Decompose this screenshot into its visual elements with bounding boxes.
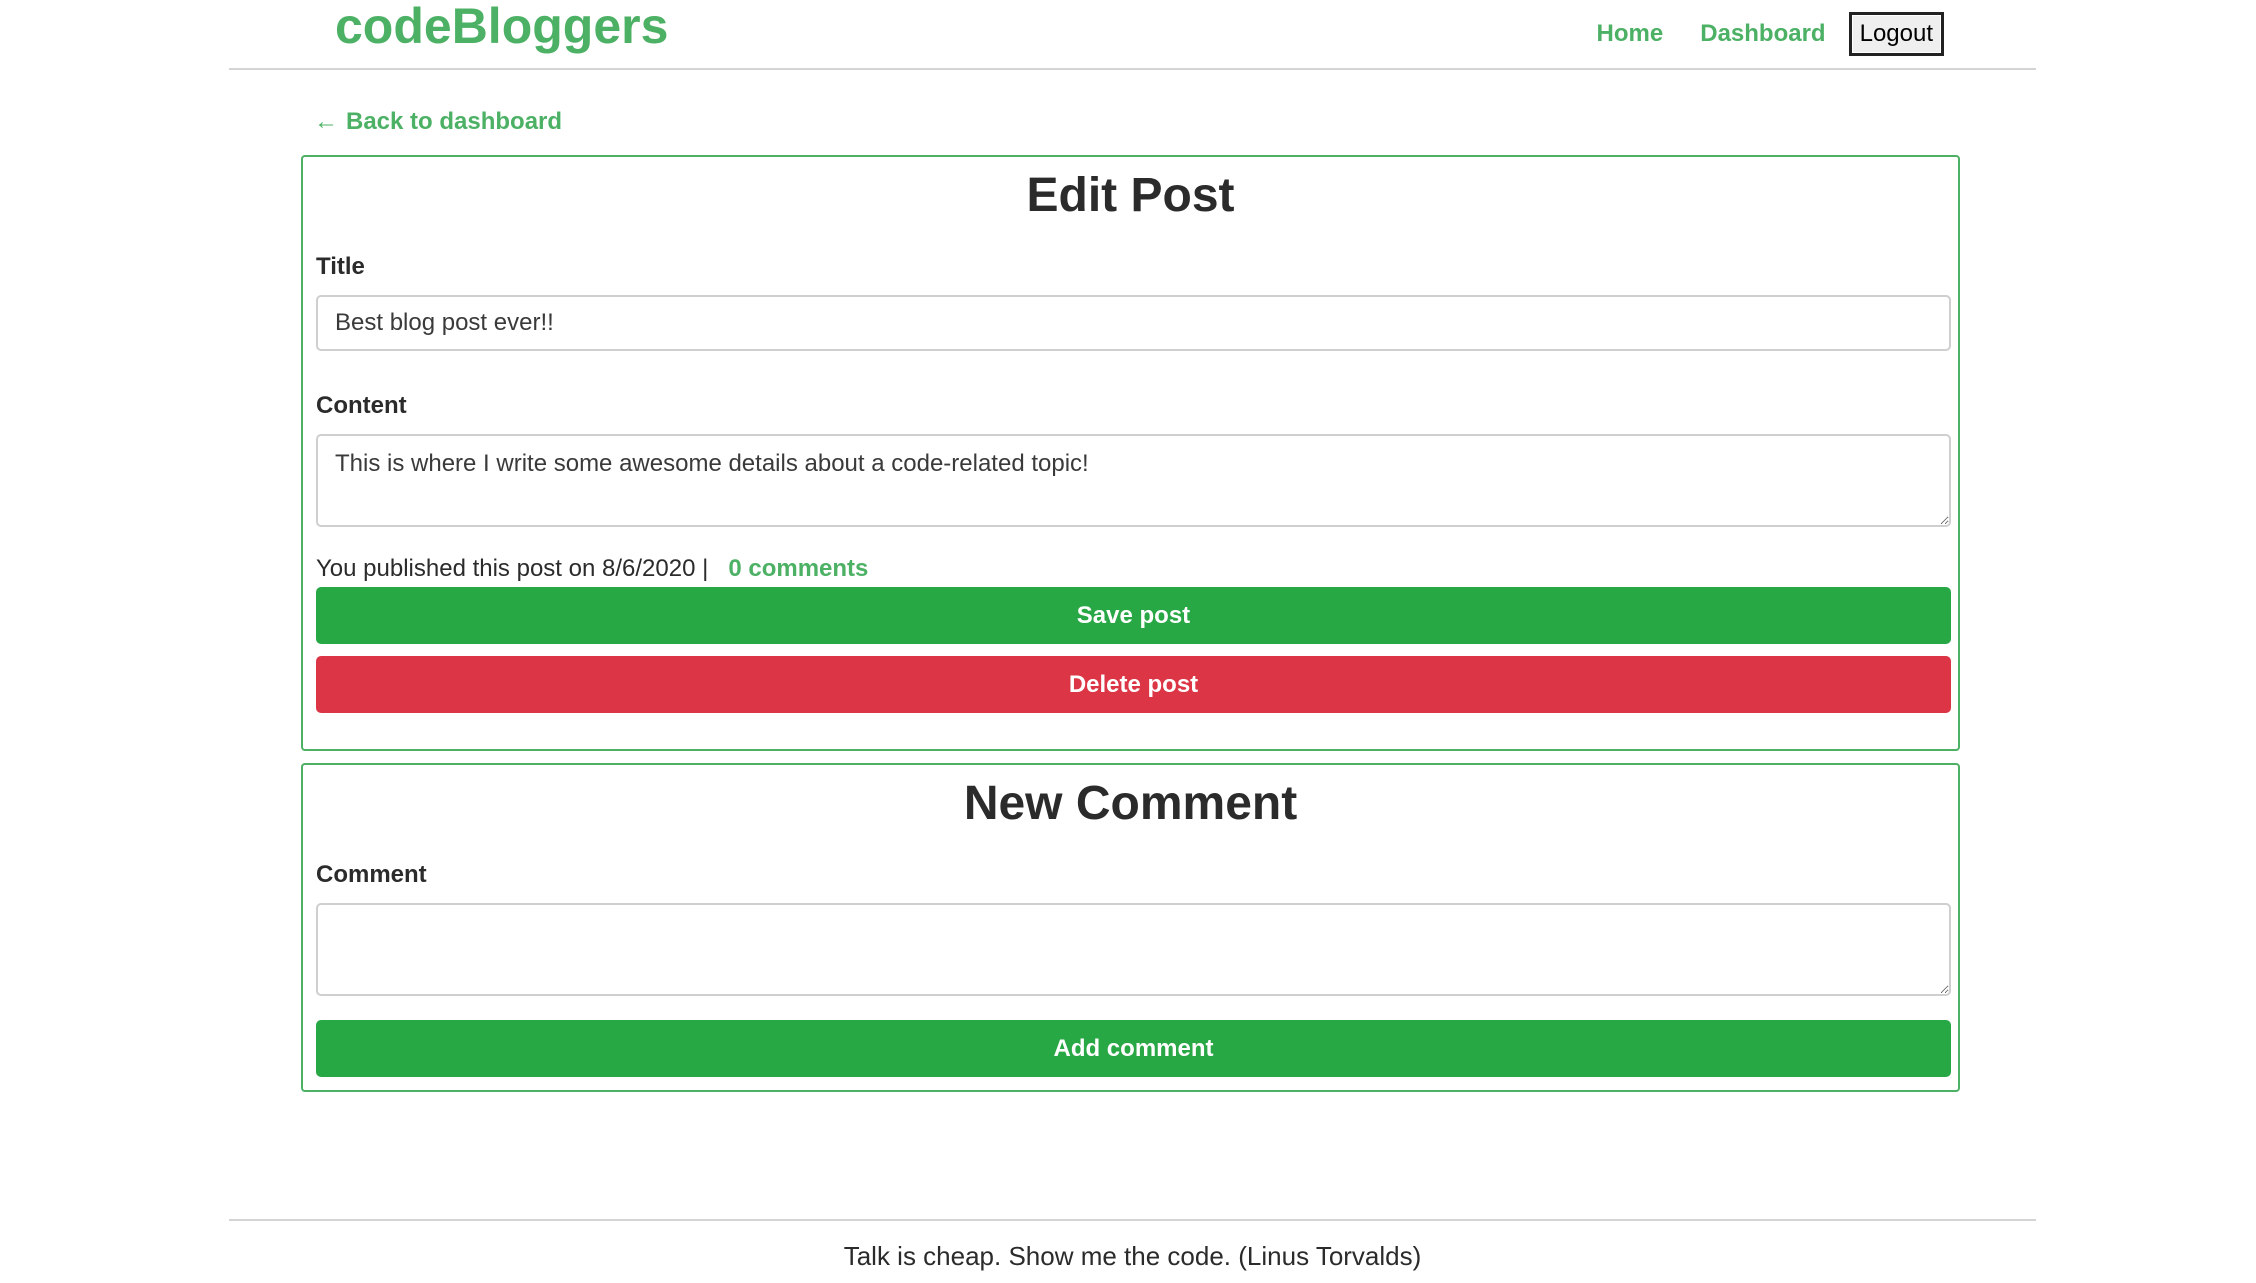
content-textarea[interactable]: This is where I write some awesome detai…: [316, 434, 1951, 527]
new-comment-heading: New Comment: [963, 777, 1298, 830]
site-footer: Talk is cheap. Show me the code. (Linus …: [229, 1219, 2036, 1272]
save-post-button[interactable]: Save post: [316, 587, 1951, 644]
published-text: You published this post on 8/6/2020 |: [316, 555, 709, 582]
page: codeBloggers Home Dashboard Logout ← Back…: [0, 0, 2256, 1283]
content-label: Content: [316, 392, 407, 419]
delete-post-button[interactable]: Delete post: [316, 656, 1951, 713]
back-to-dashboard-link[interactable]: ← Back to dashboard: [314, 108, 562, 136]
new-comment-card: New Comment Comment Add comment: [301, 763, 1960, 1092]
back-link-label: Back to dashboard: [346, 108, 563, 135]
main-nav: Home Dashboard Logout: [1597, 12, 1944, 56]
logout-button[interactable]: Logout: [1848, 12, 1944, 56]
title-label: Title: [316, 253, 365, 280]
back-arrow-icon: ←: [314, 108, 338, 135]
comments-count-link[interactable]: 0 comments: [728, 555, 868, 582]
comment-textarea[interactable]: [316, 903, 1951, 996]
comment-label: Comment: [316, 861, 427, 888]
add-comment-button[interactable]: Add comment: [316, 1020, 1951, 1077]
brand-logo-link[interactable]: codeBloggers: [335, 0, 668, 56]
footer-quote: Talk is cheap. Show me the code. (Linus …: [843, 1241, 1422, 1271]
site-header: codeBloggers Home Dashboard Logout: [229, 0, 2036, 70]
edit-post-heading: Edit Post: [1026, 169, 1235, 222]
nav-home-link[interactable]: Home: [1597, 20, 1664, 48]
nav-dashboard-link[interactable]: Dashboard: [1700, 20, 1825, 48]
published-info: You published this post on 8/6/2020 | 0 c…: [316, 555, 868, 583]
edit-post-card: Edit Post Title Content This is where I …: [301, 155, 1960, 751]
title-input[interactable]: [316, 295, 1951, 351]
